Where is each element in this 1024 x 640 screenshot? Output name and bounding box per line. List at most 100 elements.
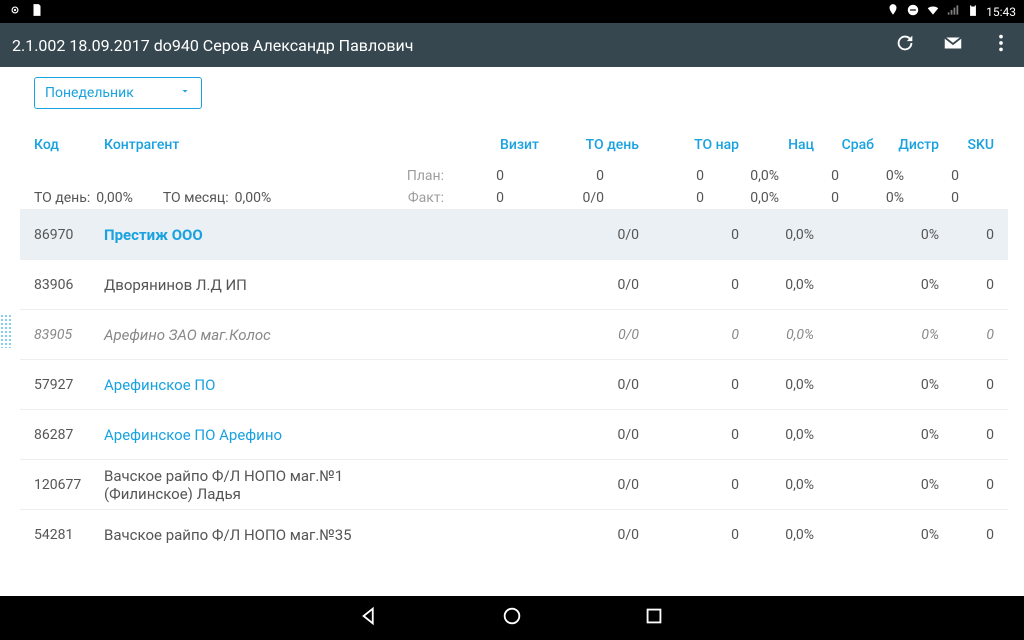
fact-sku: 0 bbox=[904, 190, 959, 206]
col-distr[interactable]: Дистр bbox=[874, 137, 939, 153]
signal-icon bbox=[946, 3, 960, 20]
row-sku: 0 bbox=[939, 377, 994, 393]
refresh-icon[interactable] bbox=[894, 32, 916, 58]
row-to-nar: 0 bbox=[639, 427, 739, 443]
day-selector[interactable]: Понедельник bbox=[34, 77, 202, 109]
doc-icon bbox=[30, 3, 44, 20]
fact-to-day: 0/0 bbox=[504, 190, 604, 206]
row-code: 83906 bbox=[34, 277, 94, 293]
home-nav-icon[interactable] bbox=[501, 605, 523, 631]
row-to-day: 0/0 bbox=[539, 527, 639, 543]
plan-visit: 0 bbox=[444, 168, 504, 184]
fact-distr: 0% bbox=[839, 190, 904, 206]
summary-plan-row: План: 0 0 0 0,0% 0 0% 0 bbox=[20, 165, 1008, 187]
row-distr: 0% bbox=[874, 227, 939, 243]
col-code[interactable]: Код bbox=[34, 137, 94, 153]
row-to-day: 0/0 bbox=[539, 377, 639, 393]
fact-label: Факт: bbox=[374, 190, 444, 206]
row-distr: 0% bbox=[874, 327, 939, 343]
row-distr: 0% bbox=[874, 427, 939, 443]
summary-fact-row: ТО день: 0,00% ТО месяц: 0,00% Факт: 0 0… bbox=[20, 187, 1008, 209]
row-name[interactable]: Арефинское ПО Арефино bbox=[94, 426, 409, 444]
row-name[interactable]: Престиж ООО bbox=[94, 226, 409, 244]
row-code: 57927 bbox=[34, 377, 94, 393]
table-row[interactable]: 83906Дворянинов Л.Д ИП0/000,0%0%0 bbox=[20, 259, 1008, 309]
location-icon bbox=[886, 3, 900, 20]
row-code: 86970 bbox=[34, 227, 94, 243]
drawer-handle[interactable] bbox=[0, 314, 12, 348]
row-sku: 0 bbox=[939, 277, 994, 293]
col-to-day[interactable]: ТО день bbox=[539, 137, 639, 153]
row-sku: 0 bbox=[939, 527, 994, 543]
wifi-icon bbox=[926, 3, 940, 20]
row-sku: 0 bbox=[939, 427, 994, 443]
target-icon bbox=[8, 3, 22, 20]
fact-to-nar: 0 bbox=[604, 190, 704, 206]
row-to-nar: 0 bbox=[639, 477, 739, 493]
plan-srab: 0 bbox=[779, 168, 839, 184]
plan-to-day: 0 bbox=[504, 168, 604, 184]
row-to-day: 0/0 bbox=[539, 327, 639, 343]
table-row[interactable]: 86287Арефинское ПО Арефино0/000,0%0%0 bbox=[20, 409, 1008, 459]
back-nav-icon[interactable] bbox=[359, 605, 381, 631]
row-nac: 0,0% bbox=[739, 327, 814, 343]
mail-icon[interactable] bbox=[942, 32, 964, 58]
col-nac[interactable]: Нац bbox=[739, 137, 814, 153]
row-code: 120677 bbox=[34, 477, 94, 493]
plan-distr: 0% bbox=[839, 168, 904, 184]
row-to-nar: 0 bbox=[639, 327, 739, 343]
plan-to-nar: 0 bbox=[604, 168, 704, 184]
col-srab[interactable]: Сраб bbox=[814, 137, 874, 153]
row-name: Вачское райпо Ф/Л НОПО маг.№35 bbox=[94, 526, 409, 544]
row-nac: 0,0% bbox=[739, 377, 814, 393]
row-nac: 0,0% bbox=[739, 227, 814, 243]
row-nac: 0,0% bbox=[739, 477, 814, 493]
dnd-icon bbox=[906, 3, 920, 20]
app-bar: 2.1.002 18.09.2017 do940 Серов Александр… bbox=[0, 23, 1024, 67]
row-distr: 0% bbox=[874, 277, 939, 293]
plan-label: План: bbox=[374, 168, 444, 184]
row-sku: 0 bbox=[939, 227, 994, 243]
to-day-value: 0,00% bbox=[96, 190, 133, 206]
page-title: 2.1.002 18.09.2017 do940 Серов Александр… bbox=[12, 36, 894, 55]
status-bar: 15:43 bbox=[0, 0, 1024, 23]
day-selector-label: Понедельник bbox=[45, 85, 134, 101]
to-month-value: 0,00% bbox=[235, 190, 272, 206]
recent-nav-icon[interactable] bbox=[643, 605, 665, 631]
row-code: 86287 bbox=[34, 427, 94, 443]
chevron-down-icon bbox=[179, 85, 191, 101]
row-to-nar: 0 bbox=[639, 277, 739, 293]
row-sku: 0 bbox=[939, 327, 994, 343]
row-nac: 0,0% bbox=[739, 527, 814, 543]
row-name[interactable]: Арефинское ПО bbox=[94, 376, 409, 394]
table-row[interactable]: 86970Престиж ООО0/000,0%0%0 bbox=[20, 209, 1008, 259]
table-row[interactable]: 120677Вачское райпо Ф/Л НОПО маг.№1 (Фил… bbox=[20, 459, 1008, 509]
row-to-day: 0/0 bbox=[539, 477, 639, 493]
col-name[interactable]: Контрагент bbox=[94, 137, 409, 153]
row-to-nar: 0 bbox=[639, 527, 739, 543]
row-distr: 0% bbox=[874, 477, 939, 493]
col-visit[interactable]: Визит bbox=[479, 137, 539, 153]
to-day-label: ТО день: bbox=[34, 190, 90, 206]
row-to-day: 0/0 bbox=[539, 427, 639, 443]
battery-icon bbox=[966, 3, 980, 20]
col-to-nar[interactable]: ТО нар bbox=[639, 137, 739, 153]
row-sku: 0 bbox=[939, 477, 994, 493]
row-distr: 0% bbox=[874, 527, 939, 543]
row-to-nar: 0 bbox=[639, 377, 739, 393]
to-month-label: ТО месяц: bbox=[163, 190, 229, 206]
col-sku[interactable]: SKU bbox=[939, 137, 994, 153]
table-row[interactable]: 54281Вачское райпо Ф/Л НОПО маг.№350/000… bbox=[20, 509, 1008, 559]
overflow-icon[interactable] bbox=[990, 32, 1012, 58]
row-to-day: 0/0 bbox=[539, 277, 639, 293]
table-row[interactable]: 83905Арефино ЗАО маг.Колос0/000,0%0%0 bbox=[20, 309, 1008, 359]
android-nav-bar bbox=[0, 596, 1024, 640]
row-name: Дворянинов Л.Д ИП bbox=[94, 276, 409, 294]
plan-nac: 0,0% bbox=[704, 168, 779, 184]
plan-sku: 0 bbox=[904, 168, 959, 184]
table-row[interactable]: 57927Арефинское ПО0/000,0%0%0 bbox=[20, 359, 1008, 409]
row-to-nar: 0 bbox=[639, 227, 739, 243]
row-code: 54281 bbox=[34, 527, 94, 543]
fact-nac: 0,0% bbox=[704, 190, 779, 206]
row-name: Арефино ЗАО маг.Колос bbox=[94, 326, 409, 344]
